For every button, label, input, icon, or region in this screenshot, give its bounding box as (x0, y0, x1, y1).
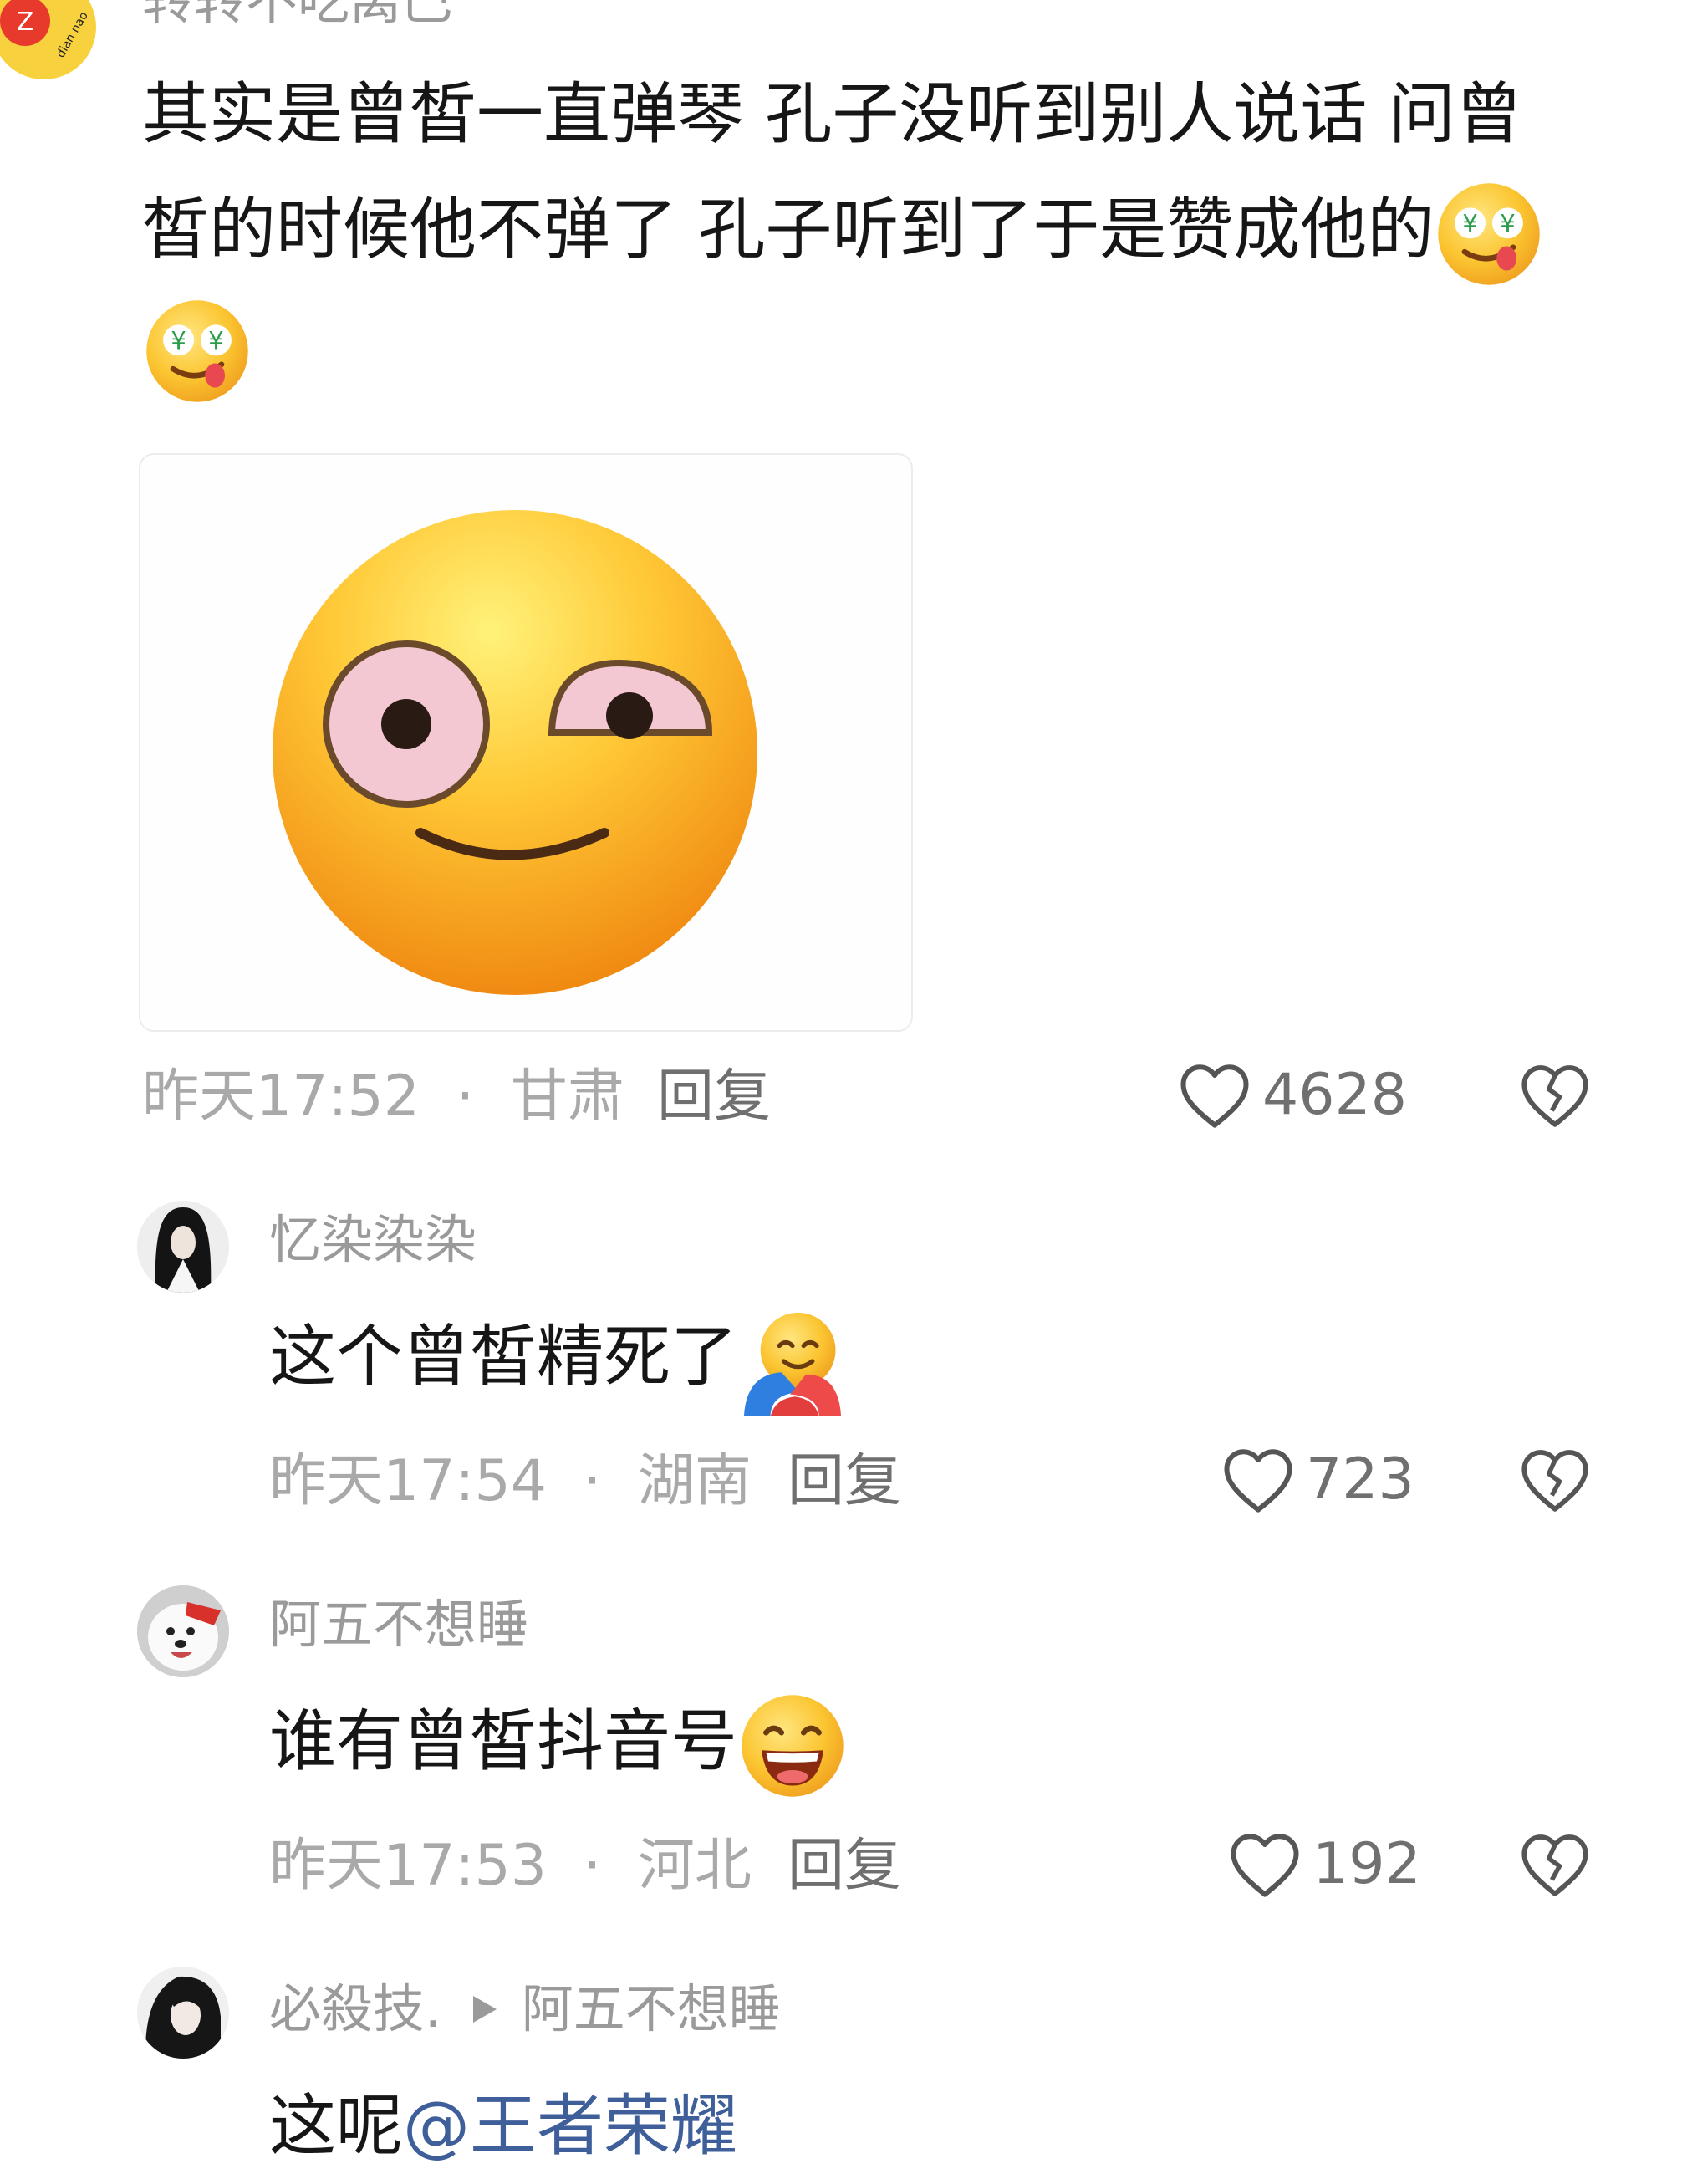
samoyed-dog-avatar-icon (137, 1585, 229, 1677)
svg-text:¥: ¥ (208, 326, 223, 355)
avatar-portrait-icon (137, 1201, 229, 1293)
reply-to-username[interactable]: 阿五不想睡 (522, 1983, 781, 2035)
reply-button[interactable]: 回复 (787, 1453, 901, 1510)
timestamp: 昨天17:52 (142, 1064, 420, 1130)
reply-header: 必殺技. 阿五不想睡 (269, 1983, 781, 2035)
avatar[interactable] (137, 1967, 229, 2059)
separator: · (583, 1448, 602, 1514)
username[interactable]: 忆染染染 (269, 1214, 477, 1266)
broken-heart-icon (1521, 1834, 1588, 1896)
broken-heart-icon (1521, 1065, 1588, 1127)
comment-meta: 昨天17:54 · 湖南 (269, 1453, 752, 1510)
broken-heart-icon (1521, 1450, 1588, 1512)
location: 河北 (637, 1833, 752, 1899)
like-button[interactable]: 192 (1227, 1829, 1421, 1900)
avatar[interactable] (137, 1585, 229, 1677)
dislike-button[interactable] (1518, 1060, 1592, 1134)
username[interactable]: 转转不吃离巴 (142, 0, 453, 27)
avatar[interactable] (137, 1201, 229, 1293)
location: 甘肃 (510, 1064, 624, 1130)
comment-text-line: 皙的时候他不弹了 孔子听到了于是赞成他的 ¥ ¥ (142, 172, 1664, 289)
comment-text: 这呢@王者荣耀 (269, 2087, 737, 2165)
svg-text:Z: Z (17, 8, 34, 37)
comment-text: 其实是曾皙一直弹琴 孔子没听到别人说话 问曾 皙的时候他不弹了 孔子听到了于是赞… (142, 57, 1664, 405)
like-count: 4628 (1262, 1062, 1408, 1128)
pink-eyed-smirk-face (273, 510, 757, 995)
heart-outline-icon (1180, 1064, 1249, 1128)
comment-text: 谁有曾皙抖音号 (269, 1684, 848, 1801)
username[interactable]: 必殺技. (269, 1983, 441, 2035)
dislike-button[interactable] (1518, 1445, 1592, 1518)
money-eyes-tongue-emoji: ¥ ¥ (146, 300, 248, 402)
heart-outline-icon (1224, 1449, 1292, 1513)
comment-meta: 昨天17:52 · 甘肃 (142, 1069, 624, 1125)
svg-text:¥: ¥ (171, 326, 186, 355)
like-button[interactable]: 4628 (1177, 1060, 1407, 1130)
reply-button[interactable]: 回复 (787, 1838, 901, 1895)
separator: · (456, 1064, 475, 1130)
like-count: 192 (1312, 1831, 1421, 1897)
svg-text:¥: ¥ (1501, 209, 1516, 237)
avatar-portrait-icon (137, 1967, 229, 2059)
timestamp: 昨天17:53 (269, 1833, 547, 1899)
dian-nao-logo-icon: Z dian nao (0, 0, 95, 79)
sticker-image[interactable] (139, 453, 913, 1032)
comment-meta: 昨天17:53 · 河北 (269, 1838, 752, 1895)
heart-outline-icon (1231, 1834, 1299, 1897)
mention-link[interactable]: @王者荣耀 (403, 2087, 737, 2165)
like-button[interactable]: 723 (1221, 1445, 1414, 1515)
comment-text-line: ¥ ¥ (142, 289, 1664, 405)
comment-text-line: 其实是曾皙一直弹琴 孔子没听到别人说话 问曾 (142, 75, 1522, 153)
money-eyes-tongue-emoji: ¥ ¥ (1438, 183, 1541, 285)
play-arrow-icon (472, 1996, 497, 2023)
hugging-face-emoji (743, 1312, 842, 1417)
grinning-face-emoji (742, 1695, 844, 1797)
location: 湖南 (637, 1448, 752, 1514)
avatar[interactable]: Z dian nao (0, 0, 96, 79)
separator: · (583, 1833, 602, 1899)
dislike-button[interactable] (1518, 1829, 1592, 1903)
comment-text: 这个曾皙精死了 (269, 1299, 848, 1417)
like-count: 723 (1306, 1447, 1414, 1513)
timestamp: 昨天17:54 (269, 1448, 547, 1514)
reply-button[interactable]: 回复 (657, 1069, 771, 1125)
svg-text:¥: ¥ (1463, 209, 1478, 237)
username[interactable]: 阿五不想睡 (269, 1599, 528, 1651)
